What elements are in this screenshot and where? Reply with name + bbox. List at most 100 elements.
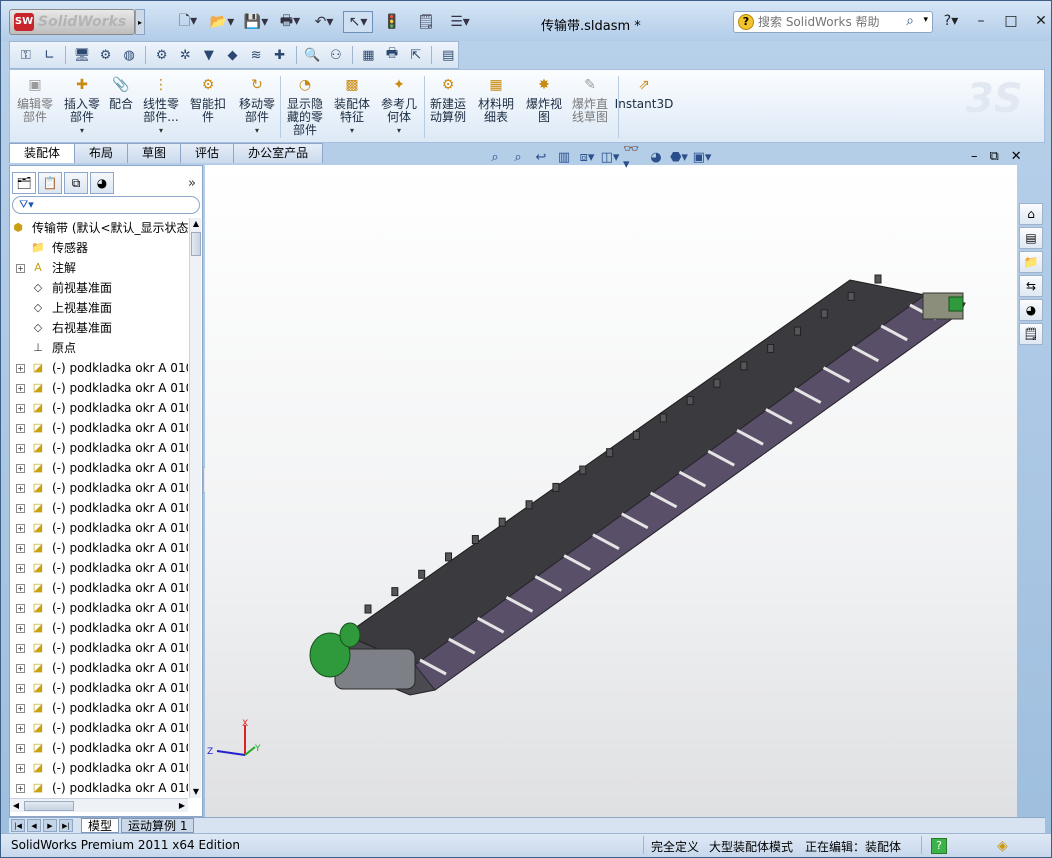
add-icon[interactable]: ✚ — [270, 45, 290, 65]
view-settings-icon[interactable]: ▣▾ — [692, 147, 712, 167]
calculator-icon[interactable]: ▤ — [438, 45, 458, 65]
reference-geometry-button[interactable]: ✦ 参考几 何体 ▾ — [376, 74, 422, 140]
viewport-minimize-icon[interactable]: – — [971, 149, 978, 164]
previous-view-icon[interactable]: ↩ — [531, 147, 551, 167]
binoculars-icon[interactable]: ⚇ — [326, 45, 346, 65]
tree-item[interactable]: + ◪ (-) podkladka okr A 010 — [10, 618, 188, 638]
viewport-close-icon[interactable]: ✕ — [1011, 149, 1022, 164]
network-icon[interactable]: ⚙ — [96, 45, 116, 65]
tree-item[interactable]: ⬢ 传输带 (默认<默认_显示状态 — [10, 218, 188, 238]
expand-icon[interactable]: + — [16, 764, 25, 773]
expand-icon[interactable]: + — [16, 684, 25, 693]
key-icon[interactable]: ⚿ — [16, 45, 36, 65]
tree-item[interactable]: 📁 传感器 — [10, 238, 188, 258]
funnel-icon[interactable]: ▼ — [199, 45, 219, 65]
expand-icon[interactable]: + — [16, 444, 25, 453]
explode-line-sketch-button[interactable]: ✎ 爆炸直 线草图 — [570, 74, 610, 140]
expand-icon[interactable]: + — [16, 264, 25, 273]
tree-item[interactable]: + ◪ (-) podkladka okr A 010 — [10, 678, 188, 698]
next-tab-icon[interactable]: ▶ — [43, 819, 57, 832]
help-search-input[interactable] — [758, 14, 908, 30]
expand-icon[interactable]: + — [16, 584, 25, 593]
appearances-icon[interactable]: ◕ — [1019, 299, 1043, 321]
help-menu-icon[interactable]: ?▾ — [941, 13, 961, 33]
scroll-thumb[interactable] — [191, 232, 201, 256]
options-icon[interactable]: ☰▾ — [445, 11, 475, 33]
insert-part-button[interactable]: ✚ 插入零 部件 ▾ — [60, 74, 104, 140]
select-pointer-icon[interactable]: ↖▾ — [343, 11, 373, 33]
expand-icon[interactable]: + — [16, 724, 25, 733]
tree-item[interactable]: + ◪ (-) podkladka okr A 010 — [10, 378, 188, 398]
view-palette-icon[interactable]: ⇆ — [1019, 275, 1043, 297]
exploded-view-button[interactable]: ✸ 爆炸视 图 — [522, 74, 566, 140]
apply-scene-icon[interactable]: ⬣▾ — [669, 147, 689, 167]
expand-icon[interactable]: + — [16, 544, 25, 553]
section-view-icon[interactable]: ▥ — [554, 147, 574, 167]
tab-office-products[interactable]: 办公室产品 — [233, 143, 324, 163]
linear-pattern-button[interactable]: ⋮ 线性零 部件... ▾ — [138, 74, 184, 140]
menu-expand-arrow[interactable]: ▸ — [135, 9, 145, 35]
edit-part-button[interactable]: ▣ 编辑零 部件 — [12, 74, 58, 140]
graphics-viewport[interactable] — [205, 165, 1017, 817]
tree-vertical-scrollbar[interactable]: ▲ ▼ — [189, 218, 201, 798]
tree-item[interactable]: + ◪ (-) podkladka okr A 010 — [10, 698, 188, 718]
excel-icon[interactable]: ▦ — [359, 45, 379, 65]
tree-item[interactable]: + ◪ (-) podkladka okr A 010 — [10, 738, 188, 758]
tab-model[interactable]: 模型 — [81, 818, 120, 833]
instant3d-button[interactable]: ⇗ Instant3D — [614, 74, 674, 140]
search-icon[interactable]: ⌕ — [906, 13, 914, 29]
tree-item[interactable]: + ◪ (-) podkladka okr A 010 — [10, 538, 188, 558]
tree-item[interactable]: + ◪ (-) podkladka okr A 010 — [10, 718, 188, 738]
zoom-area-icon[interactable]: ⌕ — [508, 147, 528, 167]
tree-item[interactable]: ◇ 前视基准面 — [10, 278, 188, 298]
scroll-right-icon[interactable]: ▶ — [176, 799, 188, 813]
tab-motion-study-1[interactable]: 运动算例 1 — [121, 818, 195, 833]
hide-show-items-icon[interactable]: 👓▾ — [623, 142, 643, 172]
status-tag-icon[interactable]: ◈ — [997, 838, 1008, 854]
expand-icon[interactable]: + — [16, 424, 25, 433]
minimize-icon[interactable]: – — [971, 13, 991, 33]
view-orientation-icon[interactable]: ⧈▾ — [577, 147, 597, 167]
tree-item[interactable]: + A 注解 — [10, 258, 188, 278]
solidworks-logo-button[interactable]: SW SolidWorks — [9, 9, 135, 35]
file-properties-icon[interactable]: 🗒 — [411, 11, 441, 33]
dropdown-caret-icon[interactable]: ▾ — [138, 124, 184, 137]
custom-properties-icon[interactable]: 🗒 — [1019, 323, 1043, 345]
smart-fastener-button[interactable]: ⚙ 智能扣 件 — [186, 74, 230, 140]
design-library-icon[interactable]: ▤ — [1019, 227, 1043, 249]
tree-item[interactable]: ◇ 上视基准面 — [10, 298, 188, 318]
print-icon[interactable]: 🖶▾ — [275, 11, 305, 33]
prev-tab-icon[interactable]: ◀ — [27, 819, 41, 832]
rebuild-traffic-light-icon[interactable]: 🚦 — [377, 11, 407, 33]
pin-icon[interactable]: ◆ — [223, 45, 243, 65]
monitor-icon[interactable]: 🖥 — [72, 45, 92, 65]
print-preview-icon[interactable]: 🖶 — [382, 45, 402, 65]
feature-manager-tab-icon[interactable]: 🗂 — [12, 172, 36, 194]
bom-button[interactable]: ▦ 材料明 细表 — [474, 74, 518, 140]
mate-button[interactable]: 📎 配合 — [106, 74, 136, 140]
tree-item[interactable]: + ◪ (-) podkladka okr A 010 — [10, 778, 188, 798]
tree-item[interactable]: + ◪ (-) podkladka okr A 010 — [10, 478, 188, 498]
display-manager-tab-icon[interactable]: ◕ — [90, 172, 114, 194]
tree-item[interactable]: + ◪ (-) podkladka okr A 010 — [10, 598, 188, 618]
maximize-icon[interactable]: □ — [1001, 13, 1021, 33]
gear2-icon[interactable]: ✲ — [176, 45, 196, 65]
dropdown-caret-icon[interactable]: ▾ — [60, 124, 104, 137]
scroll-left-icon[interactable]: ◀ — [10, 799, 22, 813]
last-tab-icon[interactable]: ▶| — [59, 819, 73, 832]
scroll-up-icon[interactable]: ▲ — [190, 218, 202, 230]
help-question-icon[interactable]: ? — [738, 14, 754, 30]
dropdown-caret-icon[interactable]: ▾ — [234, 124, 280, 137]
expand-icon[interactable]: + — [16, 664, 25, 673]
expand-icon[interactable]: + — [16, 484, 25, 493]
solidworks-resources-icon[interactable]: ⌂ — [1019, 203, 1043, 225]
h-scroll-thumb[interactable] — [24, 801, 74, 811]
edit-appearance-icon[interactable]: ◕ — [646, 147, 666, 167]
gear-icon[interactable]: ⚙ — [152, 45, 172, 65]
tree-item[interactable]: + ◪ (-) podkladka okr A 010 — [10, 658, 188, 678]
expand-icon[interactable]: + — [16, 404, 25, 413]
tree-item[interactable]: + ◪ (-) podkladka okr A 010 — [10, 398, 188, 418]
tree-item[interactable]: + ◪ (-) podkladka okr A 010 — [10, 638, 188, 658]
expand-icon[interactable]: + — [16, 784, 25, 793]
show-hidden-button[interactable]: ◔ 显示隐 藏的零 部件 — [282, 74, 328, 140]
